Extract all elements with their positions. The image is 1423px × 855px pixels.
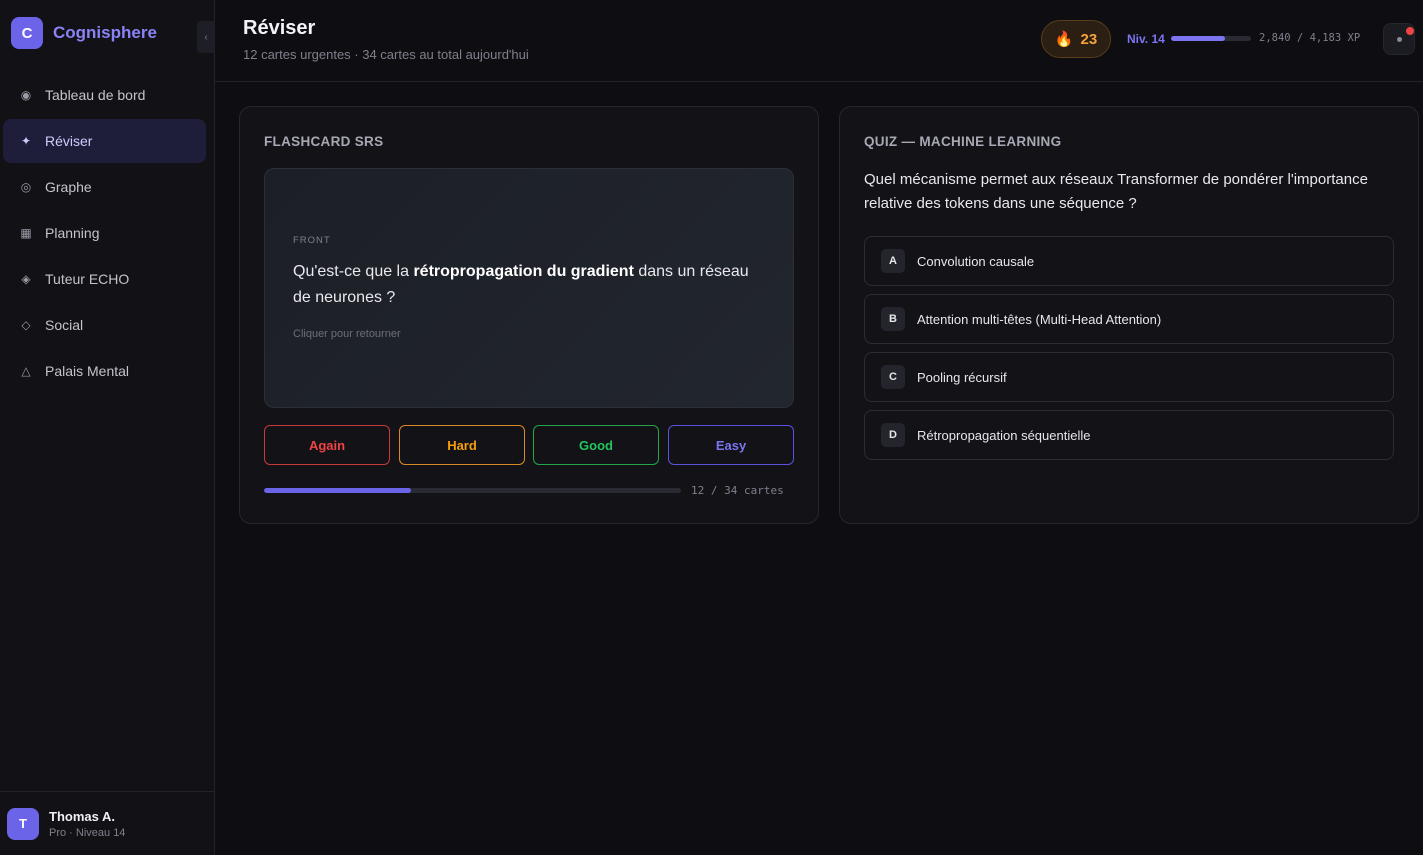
sidebar-item-label: Palais Mental [45, 363, 130, 379]
flashcard-question: Qu'est-ce que la rétropropagation du gra… [293, 259, 763, 311]
hard-button[interactable]: Hard [399, 425, 525, 465]
flashcard-section-title: FLASHCARD SRS [264, 134, 384, 149]
sidebar-item-graphe[interactable]: ◎ Graphe [3, 165, 206, 209]
sidebar-item-label: Planning [45, 225, 100, 241]
sidebar-item-reviser[interactable]: ✦ Réviser [3, 119, 206, 163]
page-title: Réviser [243, 17, 316, 39]
notifications-button[interactable] [1383, 23, 1415, 55]
option-letter: C [881, 365, 905, 389]
again-button[interactable]: Again [264, 425, 390, 465]
flashcard-flip-hint: Cliquer pour retourner [293, 328, 401, 340]
sidebar-item-label: Tuteur ECHO [45, 271, 130, 287]
avatar: T [7, 807, 39, 840]
sidebar-nav: ◉ Tableau de bord ✦ Réviser ◎ Graphe ▦ P… [3, 73, 206, 395]
quiz-option-b[interactable]: B Attention multi-têtes (Multi-Head Atte… [864, 294, 1394, 344]
sidebar-item-tuteur-echo[interactable]: ◈ Tuteur ECHO [3, 257, 206, 301]
dashboard-icon: ◉ [20, 88, 32, 102]
easy-button[interactable]: Easy [668, 425, 794, 465]
quiz-panel: QUIZ — MACHINE LEARNING Quel mécanisme p… [839, 106, 1419, 524]
streak-count: 23 [1080, 30, 1098, 48]
streak-badge[interactable]: 🔥 23 [1041, 20, 1111, 58]
review-progress-fill [264, 488, 412, 493]
brand-logo: C [11, 17, 43, 49]
triangle-icon: △ [21, 364, 31, 378]
sidebar-item-palais-mental[interactable]: △ Palais Mental [3, 349, 206, 393]
option-letter: B [881, 307, 905, 331]
notification-badge [1406, 27, 1414, 35]
option-letter: D [881, 423, 905, 447]
flashcard-side-label: FRONT [293, 235, 331, 246]
option-text: Attention multi-têtes (Multi-Head Attent… [917, 311, 1162, 327]
option-text: Convolution causale [917, 253, 1035, 269]
brand-name: Cognisphere [53, 23, 157, 42]
user-name: Thomas A. [49, 808, 115, 824]
brand[interactable]: C Cognisphere [11, 17, 157, 49]
diamond-icon: ◈ [21, 272, 31, 286]
sidebar-item-label: Social [45, 317, 84, 333]
level-label: Niv. 14 [1127, 32, 1165, 46]
quiz-option-d[interactable]: D Rétropropagation séquentielle [864, 410, 1394, 460]
diamond-outline-icon: ◇ [21, 318, 31, 332]
notification-icon [1397, 37, 1402, 42]
sidebar-item-planning[interactable]: ▦ Planning [3, 211, 206, 255]
graph-icon: ◎ [20, 180, 32, 194]
page-subtitle: 12 cartes urgentes · 34 cartes au total … [243, 47, 529, 62]
page-header: Réviser 12 cartes urgentes · 34 cartes a… [215, 0, 1423, 82]
sidebar-collapse-button[interactable]: ‹ [197, 21, 215, 53]
option-text: Pooling récursif [917, 369, 1007, 385]
sidebar-item-dashboard[interactable]: ◉ Tableau de bord [3, 73, 206, 117]
user-profile[interactable]: T Thomas A. Pro · Niveau 14 [0, 791, 214, 855]
quiz-question: Quel mécanisme permet aux réseaux Transf… [864, 171, 1368, 212]
review-progress-text: 12 / 34 cartes [691, 484, 784, 497]
good-button[interactable]: Good [533, 425, 659, 465]
review-progress-bar [264, 488, 681, 493]
option-text: Rétropropagation séquentielle [917, 427, 1091, 443]
flashcard[interactable]: FRONT Qu'est-ce que la rétropropagation … [264, 168, 794, 408]
xp-text: 2,840 / 4,183 XP [1259, 32, 1361, 44]
flashcard-question-part: Qu'est-ce que la [293, 263, 414, 280]
calendar-grid-icon: ▦ [20, 226, 32, 240]
flame-icon: 🔥 [1054, 31, 1074, 48]
quiz-option-a[interactable]: A Convolution causale [864, 236, 1394, 286]
sidebar-item-social[interactable]: ◇ Social [3, 303, 206, 347]
quiz-option-c[interactable]: C Pooling récursif [864, 352, 1394, 402]
xp-progress-bar [1171, 36, 1251, 41]
xp-progress-fill [1171, 36, 1226, 41]
flashcard-question-keyword: rétropropagation du gradient [413, 263, 634, 280]
sidebar: C Cognisphere ‹ ◉ Tableau de bord ✦ Révi… [0, 0, 215, 855]
sidebar-item-label: Réviser [45, 133, 93, 149]
user-plan-level: Pro · Niveau 14 [49, 826, 126, 839]
sidebar-item-label: Tableau de bord [45, 87, 146, 103]
sidebar-item-label: Graphe [45, 179, 92, 195]
sparkle-icon: ✦ [20, 134, 32, 148]
quiz-section-title: QUIZ — MACHINE LEARNING [864, 134, 1062, 149]
user-info: Thomas A. Pro · Niveau 14 [49, 809, 125, 839]
option-letter: A [881, 249, 905, 273]
flashcard-panel: FLASHCARD SRS FRONT Qu'est-ce que la rét… [239, 106, 819, 524]
